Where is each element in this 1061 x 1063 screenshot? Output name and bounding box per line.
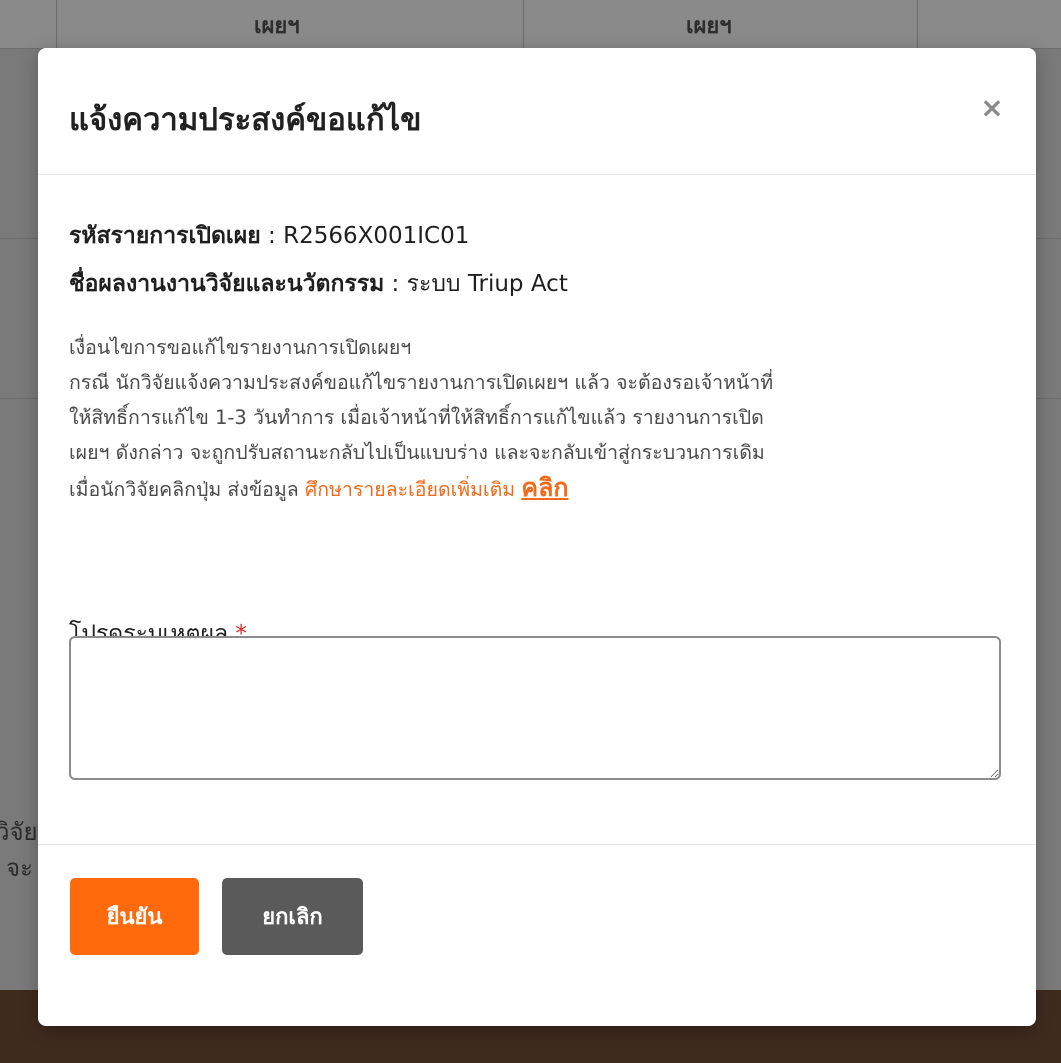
page: เผยฯ เผยฯ วิจัย จะ แจ้งความประสงค์ขอแก้ไ… (0, 0, 1061, 1063)
modal-header: แจ้งความประสงค์ขอแก้ไข × (38, 48, 1036, 175)
work-name-separator: : (384, 271, 407, 297)
disclosure-code-label: รหัสรายการเปิดเผย (69, 223, 261, 249)
cancel-button[interactable]: ยกเลิก (222, 878, 363, 955)
work-name-line: ชื่อผลงานงานวิจัยและนวัตกรรม : ระบบ Triu… (69, 266, 568, 302)
background-header-cell: เผยฯ (254, 14, 300, 39)
condition-text: เมื่อนักวิจัยคลิกปุ่ม ส่งข้อมูล (69, 478, 305, 501)
condition-heading: เงื่อนไขการขอแก้ไขรายงานการเปิดเผยฯ (69, 336, 412, 359)
edit-conditions: เงื่อนไขการขอแก้ไขรายงานการเปิดเผยฯ กรณี… (69, 330, 1009, 507)
modal-title: แจ้งความประสงค์ขอแก้ไข (69, 102, 422, 138)
confirm-button[interactable]: ยืนยัน (70, 878, 199, 955)
reason-textarea[interactable] (69, 636, 1001, 780)
background-column-divider (523, 0, 524, 48)
condition-text: เผยฯ ดังกล่าว จะถูกปรับสถานะกลับไปเป็นแบ… (69, 441, 765, 464)
background-column-divider (56, 0, 57, 48)
click-link[interactable]: คลิก (521, 473, 568, 502)
background-side-text: จะ (6, 854, 33, 882)
background-column-divider (917, 0, 918, 48)
work-name-value: ระบบ Triup Act (406, 271, 568, 297)
request-edit-modal: แจ้งความประสงค์ขอแก้ไข × รหัสรายการเปิดเ… (38, 48, 1036, 1026)
disclosure-code-separator: : (260, 223, 284, 249)
condition-text: กรณี นักวิจัยแจ้งความประสงค์ขอแก้ไขรายงา… (69, 371, 774, 394)
background-table-header: เผยฯ เผยฯ (0, 0, 1061, 49)
disclosure-code-line: รหัสรายการเปิดเผย : R2566X001IC01 (69, 218, 469, 254)
close-icon[interactable]: × (978, 94, 1006, 122)
more-info-text: ศึกษารายละเอียดเพิ่มเติม (304, 478, 516, 501)
condition-text: ให้สิทธิ์การแก้ไข 1-3 วันทำการ เมื่อเจ้า… (69, 406, 764, 429)
condition-last-line: เมื่อนักวิจัยคลิกปุ่ม ส่งข้อมูล ศึกษาราย… (69, 470, 1009, 507)
modal-footer-divider (38, 844, 1036, 845)
disclosure-code-value: R2566X001IC01 (283, 223, 470, 249)
work-name-label: ชื่อผลงานงานวิจัยและนวัตกรรม (69, 271, 385, 297)
background-side-text: วิจัย (0, 818, 38, 846)
background-header-cell: เผยฯ (686, 14, 732, 39)
